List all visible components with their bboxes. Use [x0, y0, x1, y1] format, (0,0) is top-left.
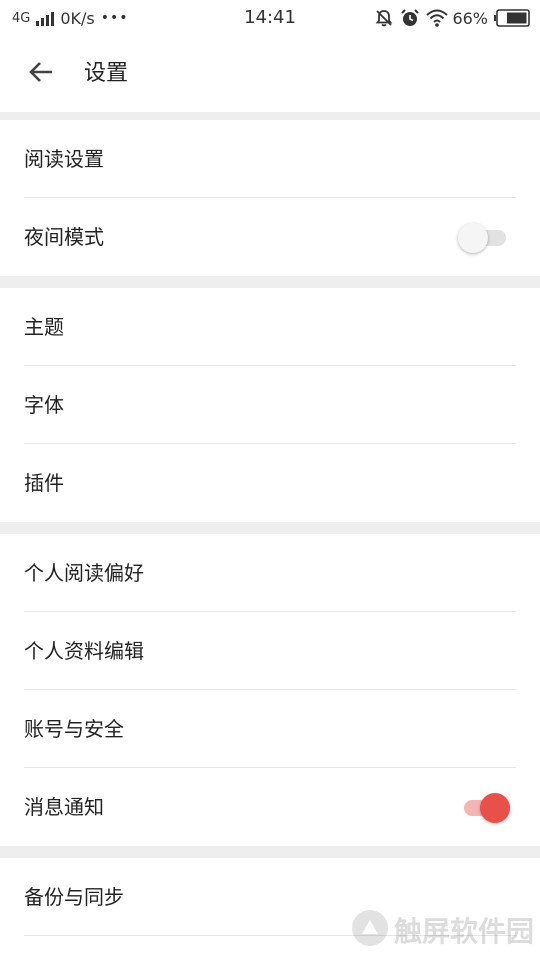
toggle-knob [480, 793, 510, 823]
notifications-toggle[interactable] [460, 793, 510, 823]
status-bar: 4G 0K/s ••• 14:41 66% [0, 0, 540, 36]
settings-item-label: 消息通知 [24, 795, 104, 819]
network-speed: 0K/s [60, 8, 95, 28]
settings-item-notifications[interactable]: 消息通知 [0, 768, 540, 846]
signal-icon [36, 11, 55, 26]
settings-item-night-mode[interactable]: 夜间模式 [0, 198, 540, 276]
back-button[interactable] [18, 52, 64, 96]
watermark-logo-icon [350, 908, 390, 952]
settings-item-plugins[interactable]: 插件 [0, 444, 540, 522]
settings-item-reading-preference[interactable]: 个人阅读偏好 [0, 534, 540, 612]
section-separator [0, 522, 540, 534]
battery-percent: 66% [452, 8, 488, 28]
alarm-icon [400, 8, 420, 28]
mute-bell-icon [374, 8, 394, 28]
battery-icon [494, 9, 530, 27]
app-bar: 设置 [0, 36, 540, 112]
night-mode-toggle[interactable] [458, 223, 510, 253]
settings-item-label: 主题 [24, 315, 64, 339]
toggle-knob [458, 223, 488, 253]
settings-item-profile-edit[interactable]: 个人资料编辑 [0, 612, 540, 690]
settings-item-label: 账号与安全 [24, 717, 124, 741]
section-separator [0, 276, 540, 288]
section-separator [0, 846, 540, 858]
wifi-icon [426, 8, 449, 28]
settings-item-label: 阅读设置 [24, 147, 104, 171]
settings-item-label: 个人阅读偏好 [24, 561, 144, 585]
settings-item-label: 字体 [24, 393, 64, 417]
settings-item-account-security[interactable]: 账号与安全 [0, 690, 540, 768]
section-separator [0, 112, 540, 120]
status-bar-right: 66% [374, 0, 530, 36]
status-bar-left: 4G 0K/s ••• [12, 0, 129, 36]
settings-item-label: 备份与同步 [24, 885, 124, 909]
settings-item-label: 插件 [24, 471, 64, 495]
network-type: 4G [12, 10, 31, 26]
settings-item-label: 夜间模式 [24, 225, 104, 249]
settings-group-reading: 阅读设置 夜间模式 [0, 120, 540, 276]
watermark-text: 触屏软件园 [393, 915, 534, 948]
settings-item-reading-settings[interactable]: 阅读设置 [0, 120, 540, 198]
settings-group-account: 个人阅读偏好 个人资料编辑 账号与安全 消息通知 [0, 534, 540, 846]
settings-group-appearance: 主题 字体 插件 [0, 288, 540, 522]
more-notifications-icon: ••• [100, 10, 129, 26]
page-title: 设置 [84, 61, 129, 86]
watermark: 触屏软件园 [350, 908, 534, 952]
settings-item-theme[interactable]: 主题 [0, 288, 540, 366]
arrow-left-icon [28, 60, 54, 88]
settings-item-font[interactable]: 字体 [0, 366, 540, 444]
settings-item-label: 个人资料编辑 [24, 639, 144, 663]
